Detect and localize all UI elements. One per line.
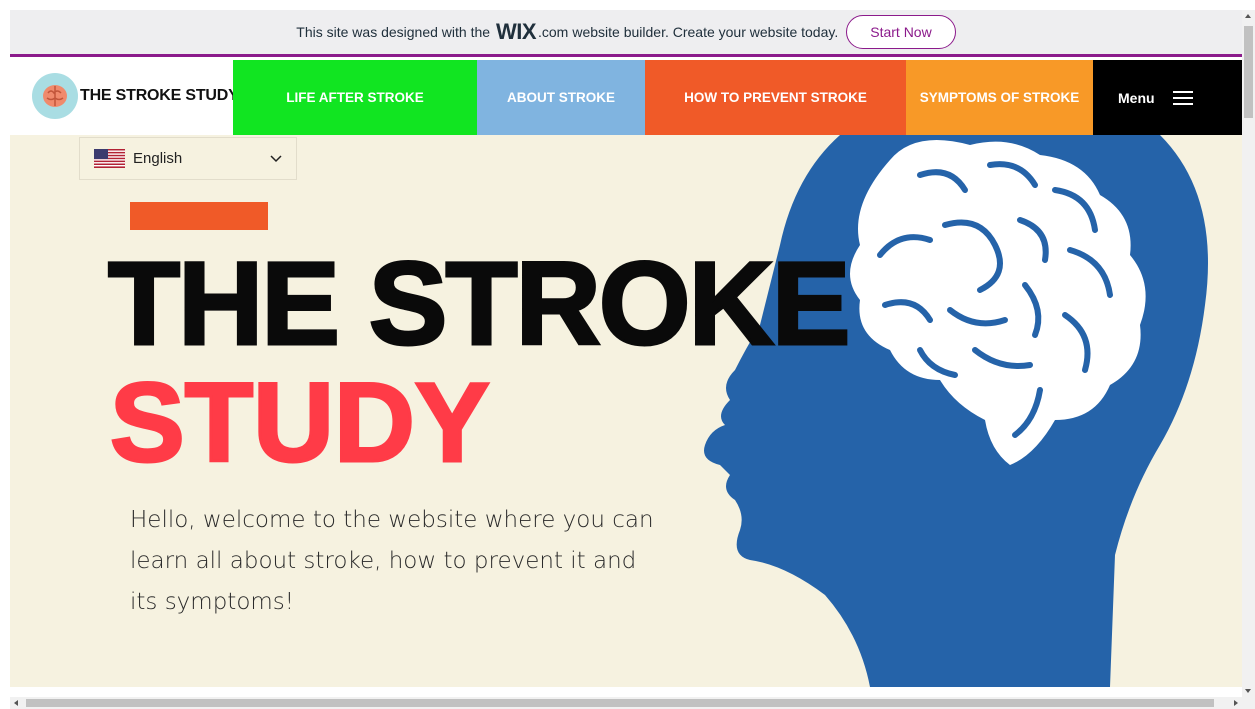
scrollbar-corner [1242, 697, 1255, 709]
vertical-scroll-thumb[interactable] [1244, 26, 1253, 118]
wix-logo[interactable]: WIX [496, 19, 537, 45]
scroll-right-icon[interactable] [1234, 700, 1238, 706]
hero-section: English THE STROKE STUDY Hello, welcome … [10, 135, 1242, 687]
hero-title-line2: STUDY [109, 360, 492, 485]
scroll-up-icon[interactable] [1245, 14, 1251, 18]
brand-name: THE STROKE STUDY [80, 87, 239, 104]
start-now-button[interactable]: Start Now [846, 15, 956, 49]
brain-icon [32, 73, 78, 119]
nav-symptoms-of-stroke[interactable]: SYMPTOMS OF STROKE [906, 60, 1093, 135]
us-flag-icon [94, 149, 125, 168]
wix-banner-text-before: This site was designed with the [296, 24, 491, 40]
vertical-scrollbar[interactable] [1242, 10, 1255, 697]
hamburger-icon [1172, 90, 1193, 105]
brand[interactable]: THE STROKE STUDY [32, 73, 239, 119]
nav-about-stroke[interactable]: ABOUT STROKE [477, 60, 645, 135]
scroll-down-icon[interactable] [1245, 689, 1251, 693]
wix-banner-text-after: website builder. Create your website tod… [572, 24, 839, 40]
chevron-down-icon [270, 150, 282, 167]
menu-button[interactable]: Menu [1093, 60, 1242, 135]
head-brain-illustration [704, 135, 1208, 687]
nav-how-to-prevent-stroke[interactable]: HOW TO PREVENT STROKE [645, 60, 906, 135]
wix-logo-suffix: .com [538, 24, 569, 40]
hero-intro-text: Hello, welcome to the website where you … [130, 507, 654, 615]
site-header: THE STROKE STUDY LIFE AFTER STROKE ABOUT… [10, 60, 1242, 135]
horizontal-scroll-thumb[interactable] [26, 699, 1214, 707]
language-selector[interactable]: English [79, 137, 297, 180]
hero-title-line1: THE STROKE [107, 238, 852, 370]
language-label: English [133, 150, 183, 167]
wix-promo-banner: This site was designed with the WIX .com … [10, 10, 1242, 57]
menu-label: Menu [1118, 89, 1155, 106]
horizontal-scrollbar[interactable] [10, 697, 1242, 709]
nav-life-after-stroke[interactable]: LIFE AFTER STROKE [233, 60, 477, 135]
accent-bar [130, 202, 268, 230]
scroll-left-icon[interactable] [14, 700, 18, 706]
